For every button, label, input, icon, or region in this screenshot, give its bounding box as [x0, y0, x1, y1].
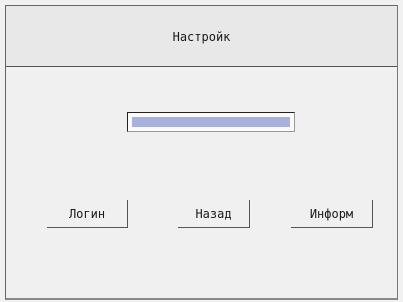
login-button-label: Логин — [68, 206, 106, 221]
progress-bar-fill — [132, 117, 290, 127]
login-button[interactable]: Логин — [47, 200, 128, 228]
info-button[interactable]: Информ — [291, 200, 373, 228]
settings-window: Настройк Логин Назад Информ — [5, 5, 398, 300]
window-title: Настройк — [172, 30, 231, 44]
back-button[interactable]: Назад — [178, 200, 250, 228]
back-button-label: Назад — [195, 206, 232, 221]
info-button-label: Информ — [309, 206, 354, 221]
title-bar: Настройк — [6, 6, 397, 67]
progress-bar — [127, 112, 295, 132]
